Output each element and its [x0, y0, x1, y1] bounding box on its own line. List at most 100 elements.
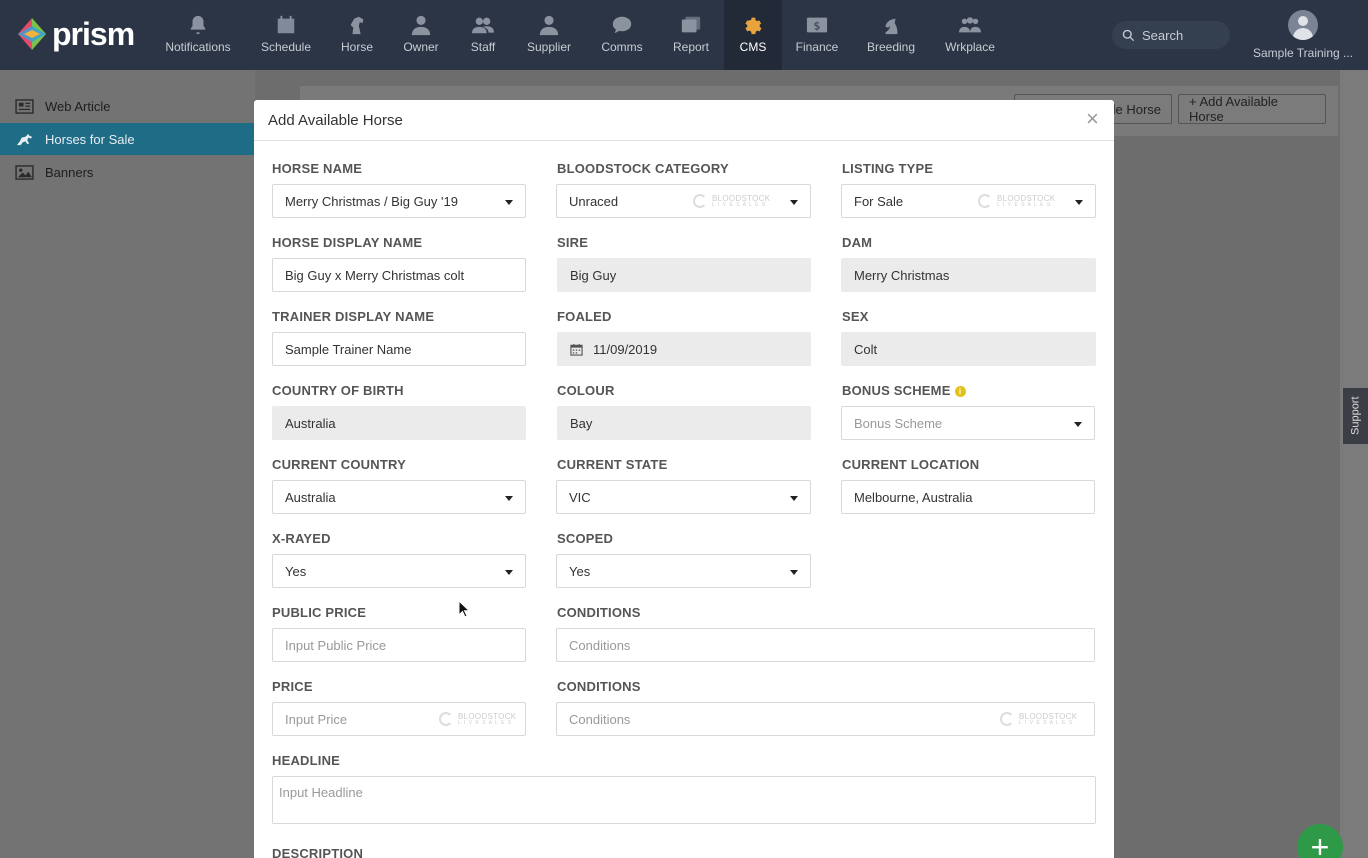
bloodstock-logo-sub: L I V E S A L E S [997, 201, 1052, 208]
plus-icon: + [1310, 829, 1330, 858]
bell-icon [187, 14, 209, 36]
add-available-horse-button[interactable]: + Add Available Horse [1178, 94, 1326, 124]
colour-field: Bay [557, 406, 811, 440]
info-icon[interactable]: i [954, 386, 966, 397]
x-rayed-select[interactable]: Yes [272, 554, 526, 588]
bonus-scheme-label: BONUS SCHEME i [842, 383, 966, 398]
current-state-select[interactable]: VIC [556, 480, 811, 514]
public-conditions-input[interactable]: Conditions [556, 628, 1095, 662]
dam-field: Merry Christmas [841, 258, 1096, 292]
moon-icon [693, 194, 707, 208]
price-input[interactable]: Input Price BLOODSTOCK L I V E S A L E S [272, 702, 526, 736]
headline-textarea[interactable]: Input Headline [272, 776, 1096, 824]
price-conditions-input[interactable]: Conditions BLOODSTOCK L I V E S A L E S [556, 702, 1095, 736]
chess-knight-icon [880, 14, 902, 36]
add-available-horse-modal: Add Available Horse × HORSE NAME Merry C… [254, 100, 1114, 858]
sire-label: SIRE [557, 235, 589, 250]
public-price-input[interactable]: Input Public Price [272, 628, 526, 662]
colour-label: COLOUR [557, 383, 615, 398]
listing-type-select[interactable]: For Sale BLOODSTOCK L I V E S A L E S [841, 184, 1096, 218]
nav-staff[interactable]: Staff [460, 0, 506, 70]
input-value: Melbourne, Australia [854, 489, 973, 505]
bloodstock-category-select[interactable]: Unraced BLOODSTOCK L I V E S A L E S [556, 184, 811, 218]
dollar-icon: $ [806, 14, 828, 36]
bloodstock-logo-sub: L I V E S A L E S [458, 719, 513, 726]
field-value: Bay [570, 415, 593, 431]
nav-breeding[interactable]: Breeding [862, 0, 920, 70]
description-label: DESCRIPTION [272, 846, 364, 858]
current-country-label: CURRENT COUNTRY [272, 457, 406, 472]
caret-down-icon [790, 200, 798, 205]
current-country-select[interactable]: Australia [272, 480, 526, 514]
current-location-input[interactable]: Melbourne, Australia [841, 480, 1095, 514]
bloodstock-logo: BLOODSTOCK L I V E S A L E S [1000, 712, 1077, 726]
foaled-field: 11/09/2019 [557, 332, 811, 366]
input-placeholder: Conditions [569, 711, 631, 727]
bonus-scheme-label-text: BONUS SCHEME [842, 383, 951, 398]
caret-down-icon [505, 200, 513, 205]
sex-field: Colt [841, 332, 1096, 366]
image-icon [15, 164, 34, 180]
nav-horse[interactable]: Horse [330, 0, 384, 70]
foaled-label: FOALED [557, 309, 612, 324]
sidebar-item-banners[interactable]: Banners [0, 156, 255, 188]
button-label: + Add Available Horse [1189, 94, 1279, 124]
input-value: Big Guy x Merry Christmas colt [285, 267, 465, 283]
field-value: Big Guy [570, 267, 617, 283]
listing-type-label: LISTING TYPE [842, 161, 934, 176]
price-label: PRICE [272, 679, 313, 694]
headline-label: HEADLINE [272, 753, 341, 768]
select-value: For Sale [854, 193, 904, 209]
public-conditions-label: CONDITIONS [557, 605, 641, 620]
textarea-placeholder: Input Headline [279, 785, 363, 800]
sidebar-item-horses-for-sale[interactable]: Horses for Sale [0, 123, 255, 155]
search-box[interactable]: Search [1112, 21, 1230, 49]
nav-label: Owner [403, 40, 439, 54]
horse-display-name-input[interactable]: Big Guy x Merry Christmas colt [272, 258, 526, 292]
nav-notifications[interactable]: Notifications [160, 0, 236, 70]
nav-cms[interactable]: CMS [724, 0, 782, 70]
modal-header: Add Available Horse × [254, 100, 1114, 141]
trainer-display-name-input[interactable]: Sample Trainer Name [272, 332, 526, 366]
horse-name-select[interactable]: Merry Christmas / Big Guy '19 [272, 184, 526, 218]
nav-owner[interactable]: Owner [396, 0, 446, 70]
scrollbar-track[interactable] [1340, 70, 1368, 858]
nav-label: Notifications [165, 40, 231, 54]
dam-label: DAM [842, 235, 873, 250]
avatar [1288, 10, 1318, 40]
close-icon[interactable]: × [1086, 108, 1099, 130]
nav-finance[interactable]: $ Finance [790, 0, 844, 70]
horse-icon [346, 14, 368, 36]
nav-report[interactable]: Report [664, 0, 718, 70]
nav-label: Supplier [526, 40, 572, 54]
search-placeholder: Search [1142, 27, 1184, 43]
search-icon [1122, 29, 1135, 41]
field-value: 11/09/2019 [593, 341, 658, 357]
calendar-icon [275, 14, 297, 36]
select-value: Merry Christmas / Big Guy '19 [285, 193, 458, 209]
scoped-select[interactable]: Yes [556, 554, 811, 588]
select-value: Australia [285, 489, 336, 505]
country-of-birth-label: COUNTRY OF BIRTH [272, 383, 404, 398]
bloodstock-logo: BLOODSTOCK L I V E S A L E S [978, 194, 1055, 208]
nav-supplier[interactable]: Supplier [520, 0, 578, 70]
current-state-label: CURRENT STATE [557, 457, 668, 472]
prism-logo[interactable]: prism [14, 14, 139, 54]
support-tab[interactable]: Support [1343, 388, 1368, 444]
public-price-label: PUBLIC PRICE [272, 605, 367, 620]
horse-name-label: HORSE NAME [272, 161, 363, 176]
nav-schedule[interactable]: Schedule [252, 0, 320, 70]
nav-wrkplace[interactable]: Wrkplace [940, 0, 1000, 70]
nav-comms[interactable]: Comms [596, 0, 648, 70]
supplier-icon [538, 14, 560, 36]
sidebar-item-web-article[interactable]: Web Article [0, 90, 255, 122]
user-menu[interactable]: Sample Training ... [1248, 10, 1358, 66]
horse-display-name-label: HORSE DISPLAY NAME [272, 235, 423, 250]
input-placeholder: Conditions [569, 637, 631, 653]
input-value: Sample Trainer Name [285, 341, 412, 357]
input-placeholder: Input Price [285, 711, 348, 727]
people-icon [472, 14, 494, 36]
moon-icon [978, 194, 992, 208]
bonus-scheme-select[interactable]: Bonus Scheme [841, 406, 1095, 440]
select-value: Yes [285, 563, 307, 579]
